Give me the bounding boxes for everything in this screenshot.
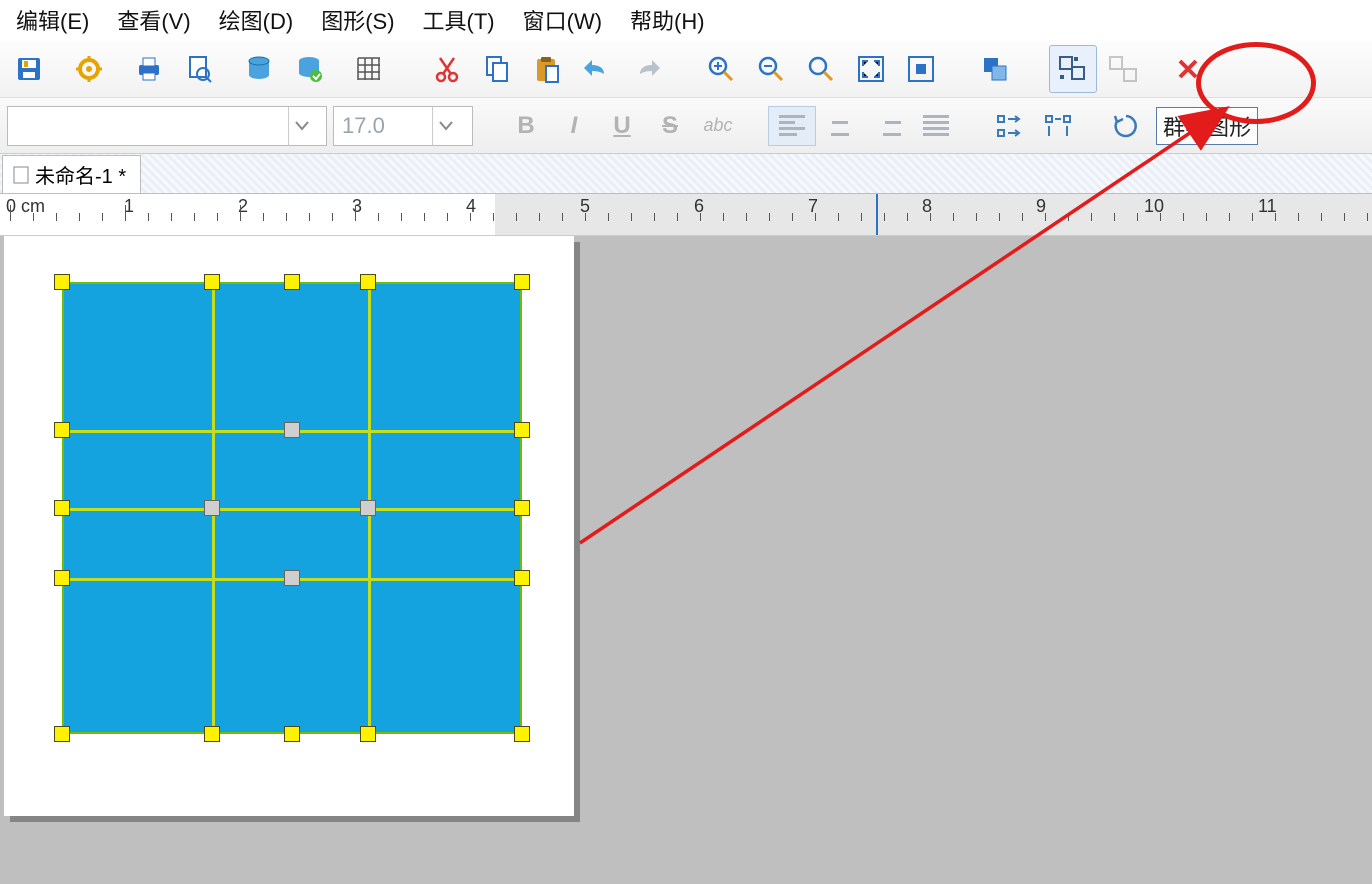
bring-front-icon[interactable] [971, 45, 1019, 93]
italic-button[interactable]: I [550, 106, 598, 146]
gear-icon[interactable] [65, 45, 113, 93]
page [4, 236, 574, 816]
document-tab-strip: 未命名-1 * [0, 154, 1372, 194]
document-tab[interactable]: 未命名-1 * [2, 155, 141, 193]
selection-handle[interactable] [284, 274, 300, 290]
redo-icon[interactable] [623, 45, 671, 93]
font-size-combo[interactable] [333, 106, 473, 146]
main-toolbar [0, 40, 1372, 98]
ruler-guide-marker [876, 194, 878, 235]
menu-help[interactable]: 帮助(H) [616, 0, 719, 40]
selection-handle[interactable] [54, 274, 70, 290]
selection-handle[interactable] [284, 726, 300, 742]
align-left-icon[interactable] [768, 106, 816, 146]
delete-icon[interactable] [1164, 45, 1212, 93]
selection-handle[interactable] [514, 726, 530, 742]
database-icon[interactable] [235, 45, 283, 93]
menu-tools[interactable]: 工具(T) [409, 0, 509, 40]
selection-handle[interactable] [360, 274, 376, 290]
align-center-icon[interactable] [816, 106, 864, 146]
zoom-selection-icon[interactable] [897, 45, 945, 93]
selection-handle[interactable] [514, 570, 530, 586]
inner-handle[interactable] [360, 500, 376, 516]
menu-view[interactable]: 查看(V) [103, 0, 204, 40]
menu-window[interactable]: 窗口(W) [509, 0, 616, 40]
ruler-label: 11 [1258, 196, 1277, 217]
chevron-down-icon[interactable] [288, 107, 314, 145]
underline-button[interactable]: U [598, 106, 646, 146]
grid-toggle-icon[interactable] [345, 45, 393, 93]
font-size-input[interactable] [334, 113, 432, 139]
zoom-out-icon[interactable] [747, 45, 795, 93]
selection-handle[interactable] [54, 422, 70, 438]
horizontal-ruler[interactable]: 0 cm 1 2 3 4 5 6 7 8 9 10 11 [0, 194, 1372, 236]
font-name-input[interactable] [8, 113, 288, 139]
drawing-canvas[interactable] [0, 236, 1372, 884]
selection-handle[interactable] [204, 726, 220, 742]
undo-icon[interactable] [573, 45, 621, 93]
ruler-label: 3 [352, 196, 362, 217]
distribute-vertical-icon[interactable] [1034, 106, 1082, 146]
print-preview-icon[interactable] [175, 45, 223, 93]
inner-handle[interactable] [284, 422, 300, 438]
strikethrough-button[interactable]: S [646, 106, 694, 146]
zoom-icon[interactable] [797, 45, 845, 93]
rotate-icon[interactable] [1102, 106, 1150, 146]
cut-icon[interactable] [423, 45, 471, 93]
bold-button[interactable]: B [502, 106, 550, 146]
copy-icon[interactable] [473, 45, 521, 93]
selection-handle[interactable] [54, 570, 70, 586]
text-effects-button[interactable]: abc [694, 106, 742, 146]
ungroup-icon[interactable] [1099, 45, 1147, 93]
inner-handle[interactable] [284, 570, 300, 586]
selection-handle[interactable] [54, 500, 70, 516]
zoom-fit-icon[interactable] [847, 45, 895, 93]
menubar: 编辑(E) 查看(V) 绘图(D) 图形(S) 工具(T) 窗口(W) 帮助(H… [0, 0, 1372, 40]
align-right-icon[interactable] [864, 106, 912, 146]
ruler-label: 7 [808, 196, 818, 217]
group-shapes-tooltip: 群组图形 [1156, 107, 1258, 145]
menu-shape[interactable]: 图形(S) [307, 0, 408, 40]
ruler-label: 4 [466, 196, 476, 217]
distribute-horizontal-icon[interactable] [986, 106, 1034, 146]
menu-draw[interactable]: 绘图(D) [205, 0, 308, 40]
selection-handle[interactable] [54, 726, 70, 742]
align-justify-icon[interactable] [912, 106, 960, 146]
ruler-label-0: 0 cm [6, 196, 45, 217]
selection-handle[interactable] [514, 422, 530, 438]
selection-handle[interactable] [360, 726, 376, 742]
ruler-label: 6 [694, 196, 704, 217]
document-tab-label: 未命名-1 * [35, 160, 126, 189]
font-name-combo[interactable] [7, 106, 327, 146]
save-icon[interactable] [5, 45, 53, 93]
selection-handle[interactable] [514, 500, 530, 516]
selection-handle[interactable] [514, 274, 530, 290]
selection-handle[interactable] [204, 274, 220, 290]
print-icon[interactable] [125, 45, 173, 93]
document-icon [13, 166, 29, 184]
inner-handle[interactable] [204, 500, 220, 516]
selected-shape-group[interactable] [62, 282, 522, 734]
database-refresh-icon[interactable] [285, 45, 333, 93]
ruler-label: 10 [1144, 196, 1164, 217]
zoom-in-icon[interactable] [697, 45, 745, 93]
menu-edit[interactable]: 编辑(E) [2, 0, 103, 40]
paste-icon[interactable] [523, 45, 571, 93]
format-toolbar: B I U S abc 群组图形 [0, 98, 1372, 154]
chevron-down-icon[interactable] [432, 107, 458, 145]
group-icon[interactable] [1049, 45, 1097, 93]
